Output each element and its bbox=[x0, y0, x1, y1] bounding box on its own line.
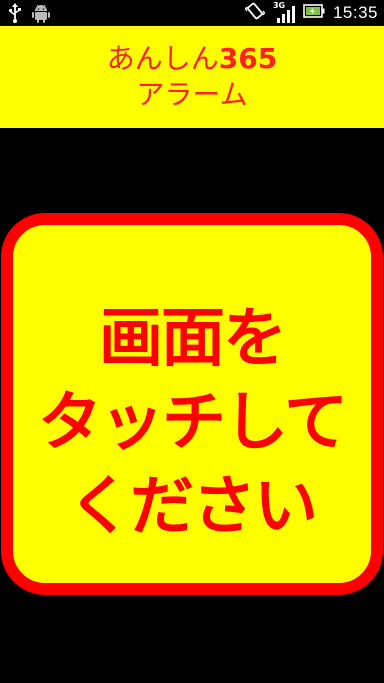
touch-button-label: 画面を タッチして ください bbox=[13, 297, 371, 549]
touch-label-line2: タッチして bbox=[37, 386, 348, 460]
app-title-line1: あんしん365 bbox=[107, 41, 277, 77]
app-title-line2: アラーム bbox=[136, 78, 248, 111]
battery-icon bbox=[303, 3, 325, 23]
status-notifications bbox=[8, 3, 50, 27]
usb-icon bbox=[8, 3, 22, 27]
status-bar: 3G 15:35 bbox=[0, 0, 384, 26]
status-system-icons: 3G 15:35 bbox=[244, 0, 378, 26]
app-title-prefix: あんしん bbox=[106, 42, 219, 75]
vibrate-icon bbox=[244, 1, 266, 25]
touch-label-line3: ください bbox=[68, 470, 318, 544]
android-icon bbox=[32, 3, 50, 27]
signal-icon: 3G bbox=[273, 2, 295, 24]
touch-label-line1: 画面を bbox=[99, 302, 287, 376]
app-title-number: 365 bbox=[218, 42, 278, 75]
touch-screen-button[interactable]: 画面を タッチして ください bbox=[1, 213, 383, 595]
status-time: 15:35 bbox=[332, 3, 378, 22]
app-title-bar: あんしん365 アラーム bbox=[0, 26, 384, 128]
